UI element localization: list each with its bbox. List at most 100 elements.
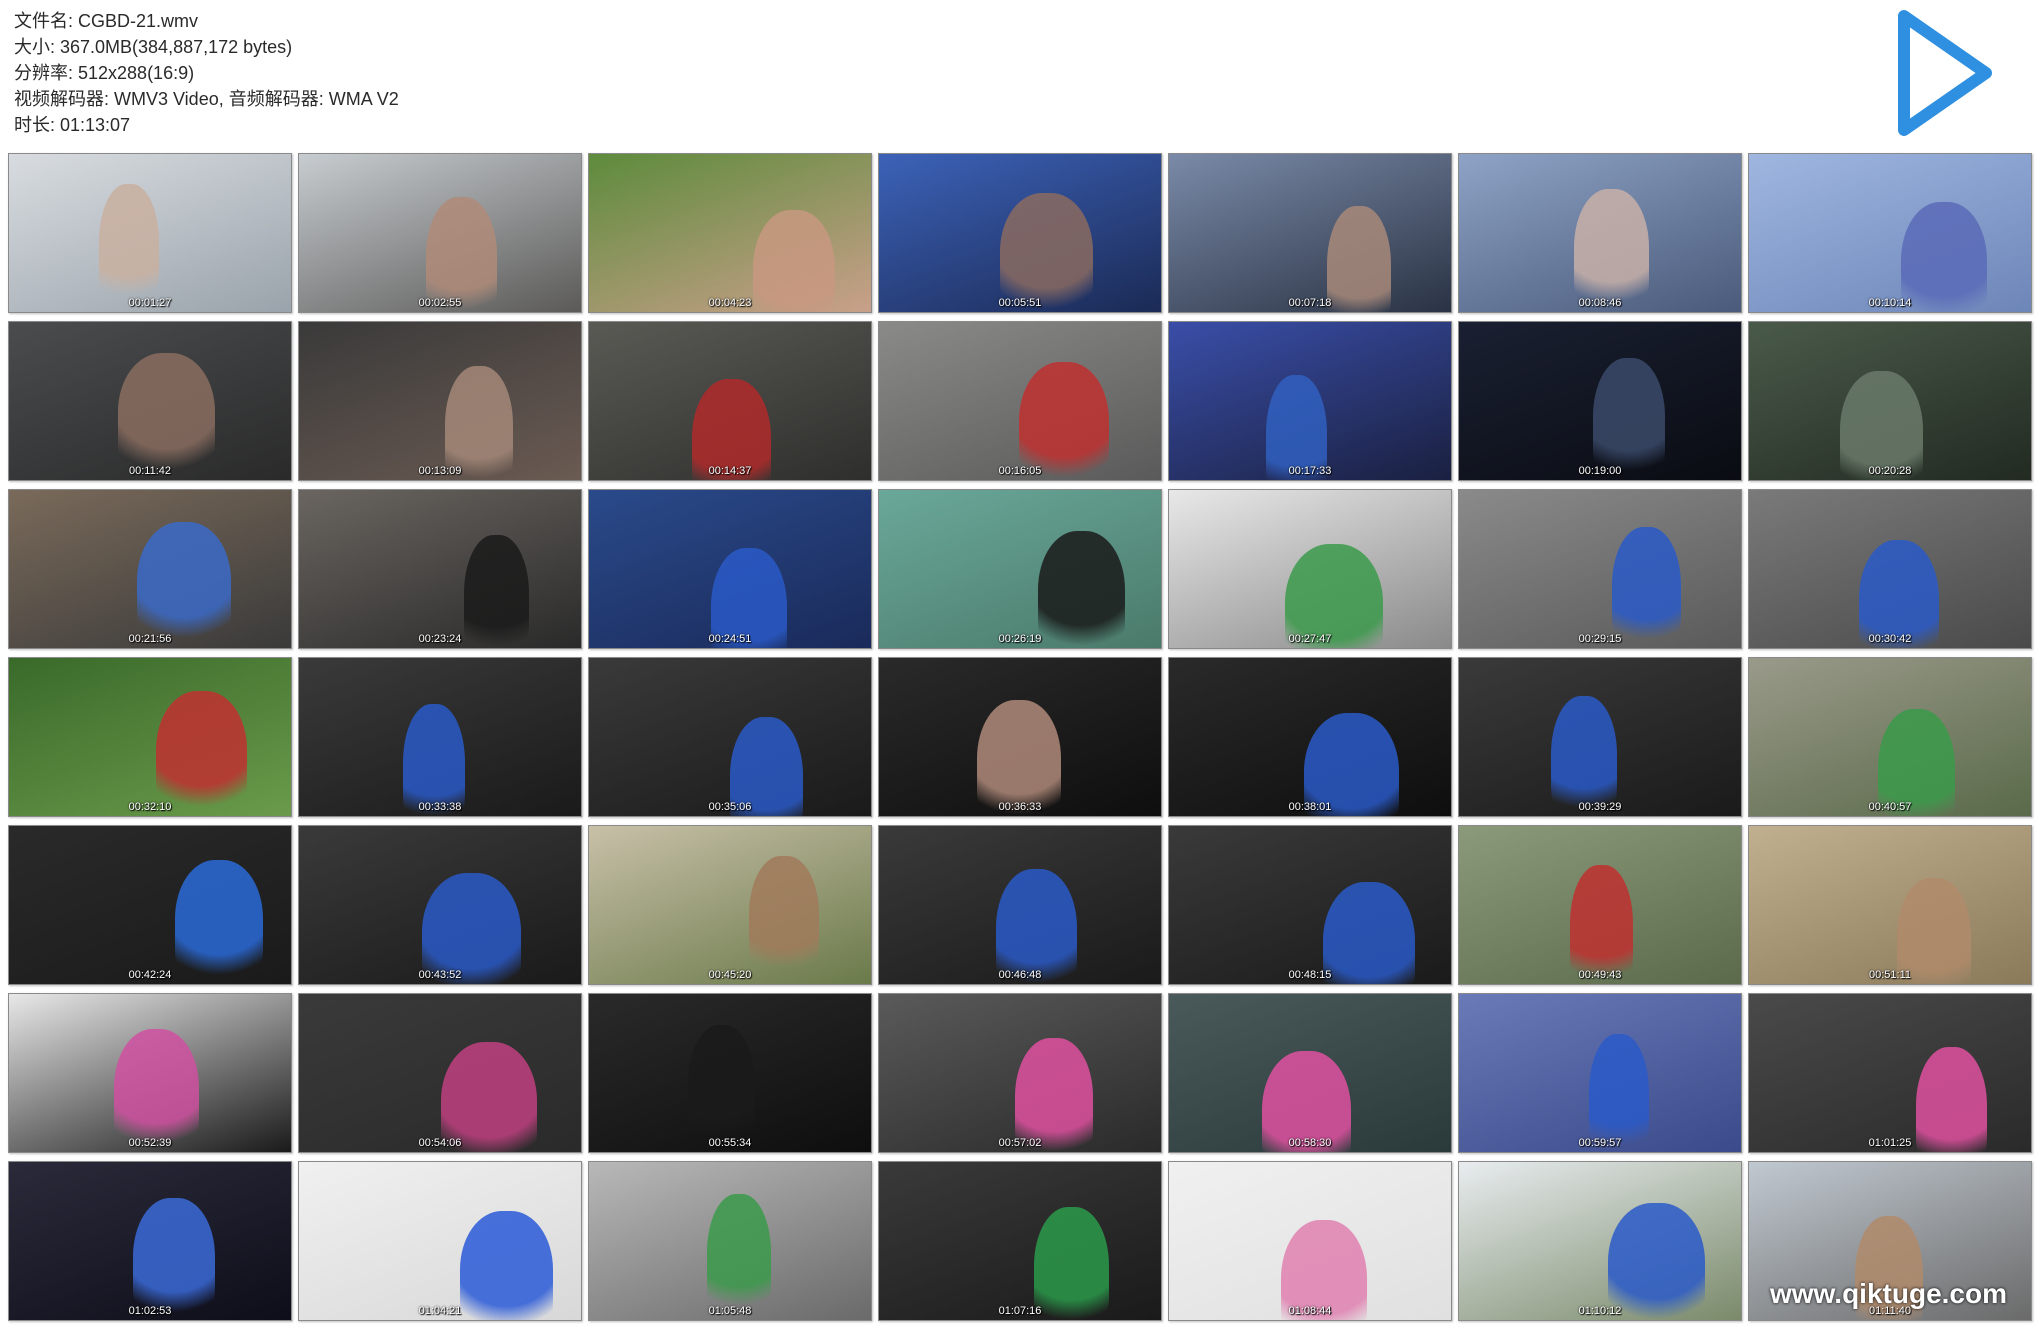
thumbnail-timestamp: 00:01:27 [128, 297, 172, 309]
thumbnail-37[interactable]: 00:54:06 [298, 993, 582, 1153]
thumbnail-47[interactable]: 01:08:44 [1168, 1161, 1452, 1321]
thumbnail-14[interactable]: 00:20:28 [1748, 321, 2032, 481]
thumbnail-timestamp: 00:33:38 [418, 801, 462, 813]
thumbnail-figure [1019, 362, 1109, 480]
thumbnail-24[interactable]: 00:35:06 [588, 657, 872, 817]
thumbnail-figure [707, 1194, 771, 1320]
thumbnail-timestamp: 00:23:24 [418, 633, 462, 645]
thumbnail-6[interactable]: 00:08:46 [1458, 153, 1742, 313]
thumbnail-20[interactable]: 00:29:15 [1458, 489, 1742, 649]
thumbnail-33[interactable]: 00:48:15 [1168, 825, 1452, 985]
thumbnail-timestamp: 00:55:34 [708, 1137, 752, 1149]
file-metadata: 文件名: CGBD-21.wmv 大小: 367.0MB(384,887,172… [14, 8, 399, 138]
thumbnail-7[interactable]: 00:10:14 [1748, 153, 2032, 313]
thumbnail-timestamp: 00:38:01 [1288, 801, 1332, 813]
thumbnail-9[interactable]: 00:13:09 [298, 321, 582, 481]
thumbnail-25[interactable]: 00:36:33 [878, 657, 1162, 817]
thumbnail-19[interactable]: 00:27:47 [1168, 489, 1452, 649]
thumbnail-timestamp: 00:42:24 [128, 969, 172, 981]
thumbnail-30[interactable]: 00:43:52 [298, 825, 582, 985]
thumbnail-timestamp: 00:19:00 [1578, 465, 1622, 477]
thumbnail-timestamp: 00:39:29 [1578, 801, 1622, 813]
thumbnail-3[interactable]: 00:04:23 [588, 153, 872, 313]
meta-duration: 时长: 01:13:07 [14, 115, 131, 135]
thumbnail-31[interactable]: 00:45:20 [588, 825, 872, 985]
thumbnail-29[interactable]: 00:42:24 [8, 825, 292, 985]
thumbnail-figure [137, 522, 231, 648]
thumbnail-timestamp: 01:04:21 [418, 1305, 462, 1317]
thumbnail-timestamp: 01:05:48 [708, 1305, 752, 1317]
thumbnail-17[interactable]: 00:24:51 [588, 489, 872, 649]
thumbnail-27[interactable]: 00:39:29 [1458, 657, 1742, 817]
thumbnail-timestamp: 00:59:57 [1578, 1137, 1622, 1149]
thumbnail-timestamp: 01:07:16 [998, 1305, 1042, 1317]
thumbnail-10[interactable]: 00:14:37 [588, 321, 872, 481]
thumbnail-26[interactable]: 00:38:01 [1168, 657, 1452, 817]
thumbnail-timestamp: 00:21:56 [128, 633, 172, 645]
thumbnail-timestamp: 00:14:37 [708, 465, 752, 477]
thumbnail-11[interactable]: 00:16:05 [878, 321, 1162, 481]
thumbnail-timestamp: 00:45:20 [708, 969, 752, 981]
thumbnail-timestamp: 00:05:51 [998, 297, 1042, 309]
thumbnail-figure [1612, 527, 1681, 648]
thumbnail-timestamp: 00:58:30 [1288, 1137, 1332, 1149]
thumbnail-timestamp: 00:10:14 [1868, 297, 1912, 309]
thumbnail-figure [977, 700, 1061, 816]
thumbnail-timestamp: 00:35:06 [708, 801, 752, 813]
thumbnail-timestamp: 00:57:02 [998, 1137, 1042, 1149]
thumbnail-41[interactable]: 00:59:57 [1458, 993, 1742, 1153]
thumbnail-figure [175, 860, 263, 984]
thumbnail-figure [464, 535, 529, 648]
meta-filename: 文件名: CGBD-21.wmv [14, 11, 199, 31]
thumbnail-36[interactable]: 00:52:39 [8, 993, 292, 1153]
thumbnail-figure [688, 1025, 755, 1152]
thumbnail-21[interactable]: 00:30:42 [1748, 489, 2032, 649]
thumbnail-38[interactable]: 00:55:34 [588, 993, 872, 1153]
thumbnail-12[interactable]: 00:17:33 [1168, 321, 1452, 481]
thumbnail-39[interactable]: 00:57:02 [878, 993, 1162, 1153]
thumbnail-figure [445, 366, 513, 480]
thumbnail-figure [1038, 531, 1125, 648]
thumbnail-timestamp: 00:26:19 [998, 633, 1042, 645]
thumbnail-figure [1574, 189, 1649, 312]
thumbnail-16[interactable]: 00:23:24 [298, 489, 582, 649]
thumbnail-15[interactable]: 00:21:56 [8, 489, 292, 649]
thumbnail-figure [1000, 193, 1093, 312]
thumbnail-2[interactable]: 00:02:55 [298, 153, 582, 313]
thumbnail-timestamp: 01:08:44 [1288, 1305, 1332, 1317]
play-icon[interactable] [1890, 8, 2000, 138]
meta-size: 大小: 367.0MB(384,887,172 bytes) [14, 37, 293, 57]
thumbnail-figure [1034, 1207, 1109, 1320]
thumbnail-43[interactable]: 01:02:53 [8, 1161, 292, 1321]
thumbnail-timestamp: 00:07:18 [1288, 297, 1332, 309]
thumbnail-5[interactable]: 00:07:18 [1168, 153, 1452, 313]
thumbnail-timestamp: 01:02:53 [128, 1305, 172, 1317]
thumbnail-18[interactable]: 00:26:19 [878, 489, 1162, 649]
thumbnail-34[interactable]: 00:49:43 [1458, 825, 1742, 985]
thumbnail-49[interactable]: 01:11:40 www.qiktuge.com [1748, 1161, 2032, 1321]
thumbnail-8[interactable]: 00:11:42 [8, 321, 292, 481]
thumbnail-timestamp: 00:36:33 [998, 801, 1042, 813]
thumbnail-timestamp: 01:10:12 [1578, 1305, 1622, 1317]
thumbnail-figure [1015, 1038, 1093, 1152]
thumbnail-32[interactable]: 00:46:48 [878, 825, 1162, 985]
thumbnail-figure [1551, 696, 1617, 816]
thumbnail-4[interactable]: 00:05:51 [878, 153, 1162, 313]
thumbnail-figure [996, 869, 1077, 984]
thumbnail-28[interactable]: 00:40:57 [1748, 657, 2032, 817]
thumbnail-23[interactable]: 00:33:38 [298, 657, 582, 817]
thumbnail-48[interactable]: 01:10:12 [1458, 1161, 1742, 1321]
thumbnail-timestamp: 00:40:57 [1868, 801, 1912, 813]
thumbnail-22[interactable]: 00:32:10 [8, 657, 292, 817]
thumbnail-figure [1608, 1203, 1705, 1320]
thumbnail-40[interactable]: 00:58:30 [1168, 993, 1452, 1153]
thumbnail-figure [749, 856, 819, 984]
thumbnail-45[interactable]: 01:05:48 [588, 1161, 872, 1321]
thumbnail-timestamp: 00:54:06 [418, 1137, 462, 1149]
thumbnail-35[interactable]: 00:51:11 [1748, 825, 2032, 985]
thumbnail-13[interactable]: 00:19:00 [1458, 321, 1742, 481]
thumbnail-46[interactable]: 01:07:16 [878, 1161, 1162, 1321]
thumbnail-42[interactable]: 01:01:25 [1748, 993, 2032, 1153]
thumbnail-1[interactable]: 00:01:27 [8, 153, 292, 313]
thumbnail-44[interactable]: 01:04:21 [298, 1161, 582, 1321]
